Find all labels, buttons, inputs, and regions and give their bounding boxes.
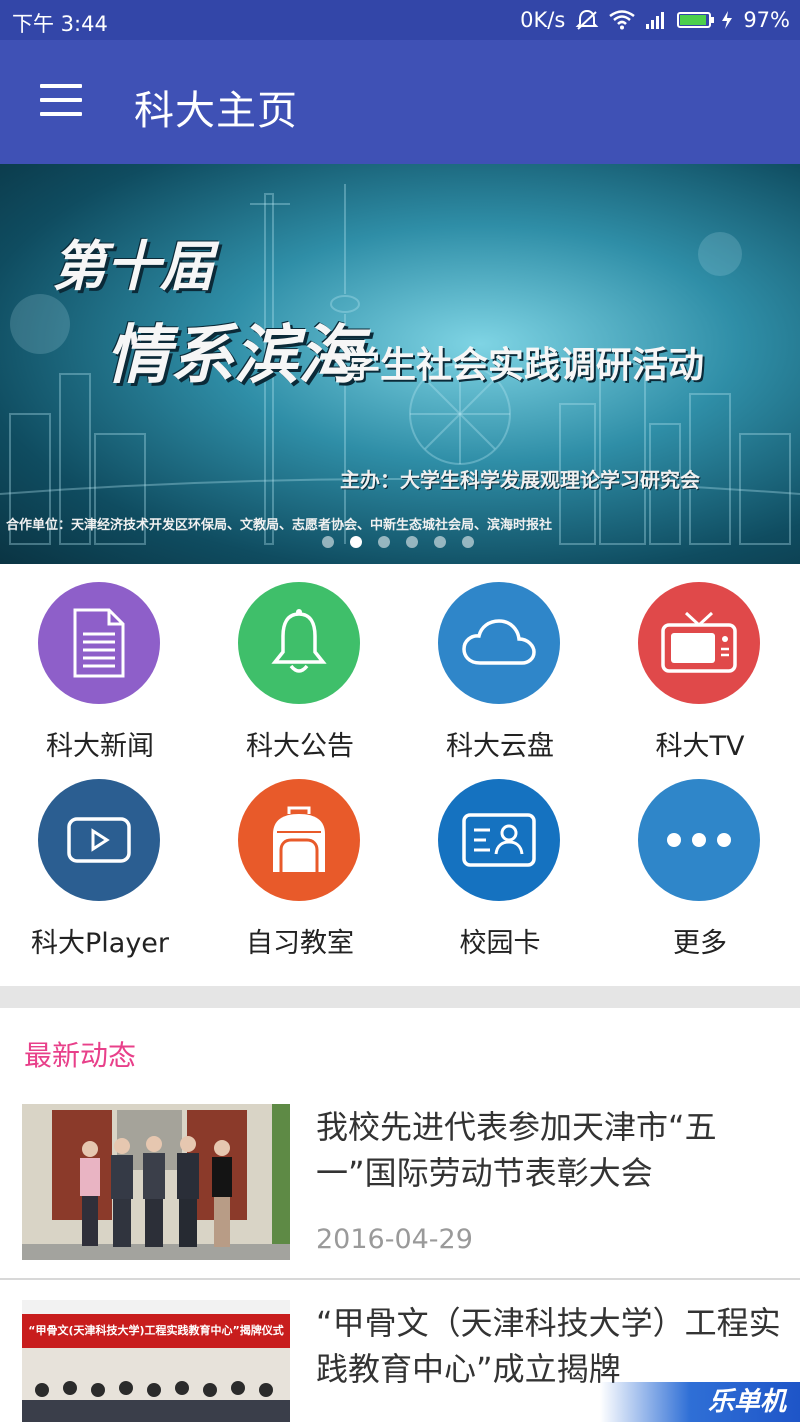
feature-label: 自习教室 bbox=[246, 928, 354, 959]
news-thumbnail: “甲骨文(天津科技大学)工程实践教育中心”揭牌仪式 bbox=[22, 1300, 290, 1422]
feature-news[interactable]: 科大新闻 bbox=[0, 564, 200, 762]
wifi-icon bbox=[609, 10, 636, 30]
banner-line3: 学生社会实践调研活动 bbox=[344, 345, 705, 386]
news-date: 2016-04-29 bbox=[316, 1224, 473, 1255]
play-icon bbox=[38, 779, 160, 901]
carousel-dot[interactable] bbox=[434, 536, 446, 548]
carousel-dot[interactable] bbox=[378, 536, 390, 548]
signal-icon bbox=[646, 12, 665, 29]
feature-label: 科大Player bbox=[30, 928, 170, 959]
feature-label: 科大新闻 bbox=[46, 731, 154, 762]
feature-label: 科大公告 bbox=[246, 731, 354, 762]
banner-line1: 第十届 bbox=[52, 235, 214, 298]
news-thumbnail bbox=[22, 1104, 290, 1260]
page-title: 科大主页 bbox=[134, 88, 298, 134]
feature-label: 更多 bbox=[673, 928, 727, 959]
mute-icon bbox=[575, 9, 599, 30]
banner-carousel[interactable]: 第十届 情系滨海 学生社会实践调研活动 主办：大学生科学发展观理论学习研究会 合… bbox=[0, 164, 800, 564]
feature-cloud[interactable]: 科大云盘 bbox=[400, 564, 600, 762]
id-card-icon bbox=[438, 779, 560, 901]
news-photo-banner-text: “甲骨文(天津科技大学)工程实践教育中心”揭牌仪式 bbox=[28, 1324, 284, 1337]
banner-line2: 情系滨海 bbox=[106, 319, 362, 393]
battery-fill bbox=[680, 15, 706, 25]
news-document-icon bbox=[38, 582, 160, 704]
feature-study-room[interactable]: 自习教室 bbox=[200, 761, 400, 959]
net-speed: 0K/s bbox=[520, 8, 566, 32]
feature-notice[interactable]: 科大公告 bbox=[200, 564, 400, 762]
carousel-dot[interactable] bbox=[322, 536, 334, 548]
feature-label: 校园卡 bbox=[459, 928, 541, 959]
app-bar: 科大主页 bbox=[0, 40, 800, 164]
tv-icon bbox=[638, 582, 760, 704]
news-photo-award-group bbox=[22, 1104, 290, 1260]
feature-player[interactable]: 科大Player bbox=[0, 761, 200, 959]
status-time: 下午 3:44 bbox=[12, 12, 108, 36]
feature-label: 科大云盘 bbox=[446, 731, 554, 762]
feature-campus-card[interactable]: 校园卡 bbox=[400, 761, 600, 959]
banner-host: 主办：大学生科学发展观理论学习研究会 bbox=[340, 468, 700, 492]
status-right: 0K/s 97% bbox=[520, 8, 790, 32]
menu-icon[interactable] bbox=[40, 84, 84, 120]
carousel-dot[interactable] bbox=[406, 536, 418, 548]
more-icon bbox=[638, 779, 760, 901]
battery-icon bbox=[677, 12, 715, 28]
section-divider bbox=[0, 986, 800, 1008]
bell-icon bbox=[238, 582, 360, 704]
news-title: 我校先进代表参加天津市“五一”国际劳动节表彰大会 bbox=[316, 1108, 717, 1192]
section-title-latest: 最新动态 bbox=[24, 1039, 137, 1072]
charging-icon bbox=[722, 11, 733, 29]
status-bar: 下午 3:44 0K/s 97% bbox=[0, 0, 800, 40]
banner-partners: 合作单位：天津经济技术开发区环保局、文教局、志愿者协会、中新生态城社会局、滨海时… bbox=[6, 518, 553, 533]
backpack-icon bbox=[238, 779, 360, 901]
cloud-icon bbox=[438, 582, 560, 704]
feature-label: 科大TV bbox=[655, 731, 745, 762]
news-separator bbox=[0, 1278, 800, 1280]
carousel-dot[interactable] bbox=[462, 536, 474, 548]
news-item[interactable]: 我校先进代表参加天津市“五一”国际劳动节表彰大会 2016-04-29 bbox=[0, 1104, 800, 1278]
feature-tv[interactable]: 科大TV bbox=[600, 564, 800, 762]
news-title: “甲骨文（天津科技大学）工程实践教育中心”成立揭牌 bbox=[316, 1304, 781, 1388]
carousel-dot[interactable] bbox=[350, 536, 362, 548]
carousel-indicator bbox=[322, 536, 474, 548]
feature-more[interactable]: 更多 bbox=[600, 761, 800, 959]
watermark-logo: 乐单机 bbox=[600, 1382, 800, 1422]
battery-percent: 97% bbox=[743, 8, 790, 32]
feature-grid: 科大新闻 科大公告 科大云盘 科大TV 科大Player 自习教室 校园卡 更多 bbox=[0, 564, 800, 986]
